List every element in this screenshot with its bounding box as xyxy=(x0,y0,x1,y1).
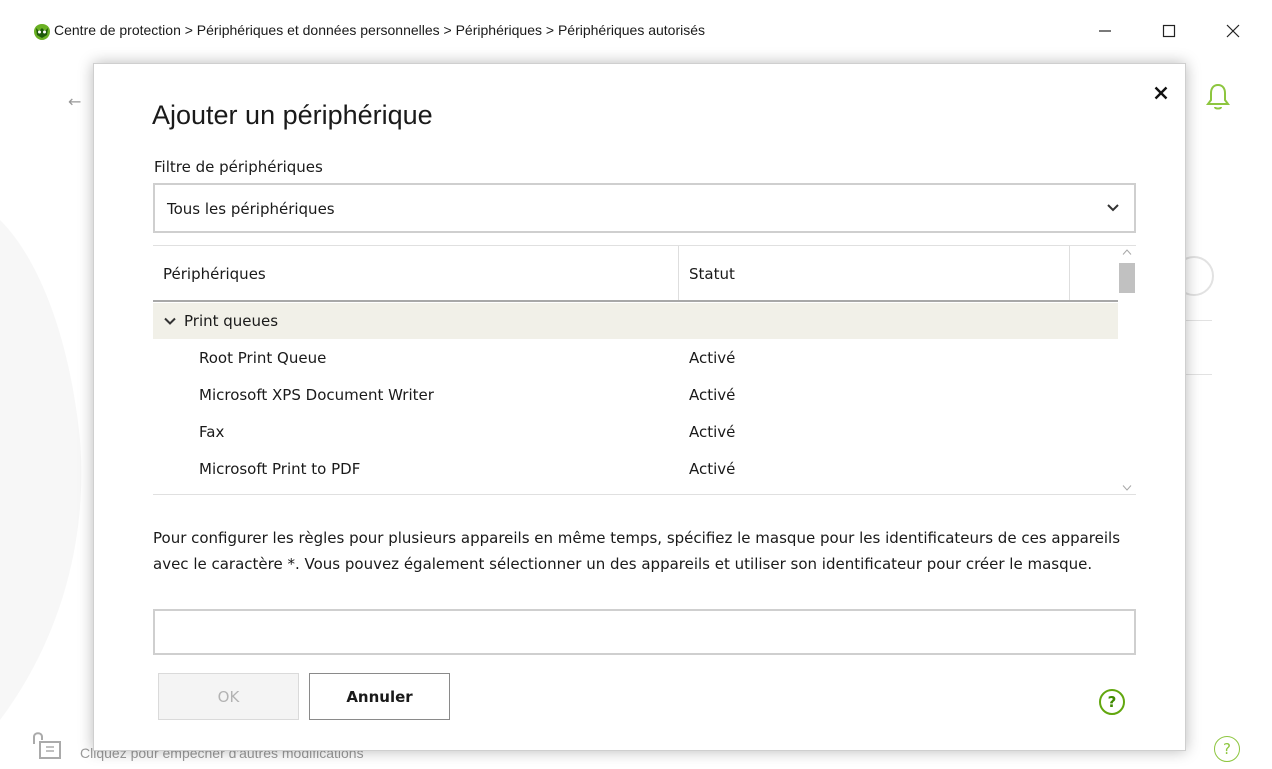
mask-input[interactable] xyxy=(153,609,1136,655)
window-close-button[interactable] xyxy=(1210,14,1256,48)
device-status: Activé xyxy=(689,386,736,404)
chevron-down-icon[interactable] xyxy=(164,317,176,326)
device-filter-dropdown[interactable]: Tous les périphériques xyxy=(153,183,1136,233)
minimize-icon xyxy=(1099,30,1111,32)
table-scrollbar[interactable] xyxy=(1118,246,1136,494)
devices-table: Périphériques Statut Print queues Root P… xyxy=(153,245,1136,495)
close-icon xyxy=(1154,86,1168,100)
close-icon xyxy=(1226,24,1240,38)
notification-bell-icon[interactable] xyxy=(1205,82,1231,112)
app-logo-icon xyxy=(34,24,50,40)
device-name: Root Print Queue xyxy=(199,349,327,367)
table-row[interactable]: Microsoft Print to PDF Activé xyxy=(153,450,1118,487)
back-arrow-icon[interactable]: ← xyxy=(68,92,81,111)
column-header-devices[interactable]: Périphériques xyxy=(163,265,266,283)
minimize-button[interactable] xyxy=(1082,14,1128,48)
background-divider xyxy=(1186,320,1212,321)
maximize-button[interactable] xyxy=(1146,14,1192,48)
add-device-dialog: Ajouter un périphérique Filtre de périph… xyxy=(93,63,1186,751)
scroll-down-arrow-icon[interactable] xyxy=(1122,484,1132,492)
device-status: Activé xyxy=(689,423,736,441)
background-watermark xyxy=(0,220,82,720)
filter-selected-value: Tous les périphériques xyxy=(167,200,335,218)
column-separator[interactable] xyxy=(1069,246,1070,300)
cancel-button[interactable]: Annuler xyxy=(309,673,450,720)
dialog-title: Ajouter un périphérique xyxy=(152,100,433,130)
chevron-down-icon xyxy=(1107,204,1119,212)
device-name: Microsoft Print to PDF xyxy=(199,460,361,478)
group-label: Print queues xyxy=(184,312,279,330)
window-titlebar: Centre de protection > Périphériques et … xyxy=(0,0,1272,64)
help-icon[interactable]: ? xyxy=(1099,689,1125,715)
filter-label: Filtre de périphériques xyxy=(154,158,323,176)
column-header-status[interactable]: Statut xyxy=(689,265,735,283)
scrollbar-thumb[interactable] xyxy=(1119,263,1135,293)
device-status: Activé xyxy=(689,349,736,367)
background-help-icon[interactable]: ? xyxy=(1214,736,1240,762)
mask-description: Pour configurer les règles pour plusieur… xyxy=(153,529,1121,573)
column-separator[interactable] xyxy=(678,246,679,300)
table-row[interactable]: Microsoft XPS Document Writer Activé xyxy=(153,376,1118,413)
maximize-icon xyxy=(1162,24,1176,38)
unlock-icon[interactable] xyxy=(30,728,66,760)
dialog-close-button[interactable] xyxy=(1150,82,1172,104)
window-title: Centre de protection > Périphériques et … xyxy=(54,22,706,38)
device-name: Fax xyxy=(199,423,225,441)
device-name: Microsoft XPS Document Writer xyxy=(199,386,434,404)
scroll-up-arrow-icon[interactable] xyxy=(1122,248,1132,256)
table-row[interactable]: Root Print Queue Activé xyxy=(153,339,1118,376)
background-divider xyxy=(1186,374,1212,375)
group-row-print-queues[interactable]: Print queues xyxy=(153,303,1118,339)
device-status: Activé xyxy=(689,460,736,478)
table-header: Périphériques Statut xyxy=(153,246,1118,302)
table-row[interactable]: Fax Activé xyxy=(153,413,1118,450)
ok-button[interactable]: OK xyxy=(158,673,299,720)
